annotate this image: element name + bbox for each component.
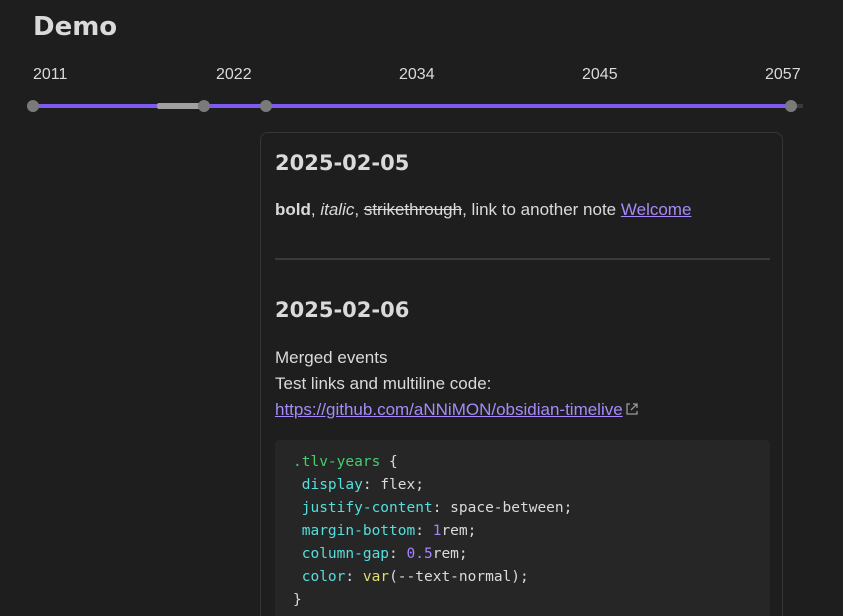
event-marker[interactable] xyxy=(198,100,210,112)
event-card: 2025-02-05 bold, italic, strikethrough, … xyxy=(260,132,783,616)
code-unit: rem xyxy=(432,546,459,562)
external-link-icon xyxy=(625,401,639,421)
code-value: flex xyxy=(380,477,416,493)
event-divider xyxy=(275,258,770,260)
code-line: } xyxy=(293,592,302,608)
code-block: .tlv-years { display: flex; justify-cont… xyxy=(275,440,770,616)
event-date: 2025-02-06 xyxy=(275,298,410,322)
text-separator: , xyxy=(310,200,321,219)
event-marker[interactable] xyxy=(785,100,797,112)
year-label: 2022 xyxy=(216,66,252,83)
year-label: 2034 xyxy=(399,66,435,83)
bold-text: bold xyxy=(275,200,311,219)
code-property: display xyxy=(301,477,363,493)
year-label: 2045 xyxy=(582,66,618,83)
strikethrough-text: strikethrough xyxy=(363,200,463,219)
text-separator: , xyxy=(354,200,364,219)
plain-text: , link to another note xyxy=(462,200,621,219)
code-selector: .tlv-years xyxy=(293,454,381,470)
code-property: margin-bottom xyxy=(301,523,416,539)
event-marker[interactable] xyxy=(27,100,39,112)
timeline-track[interactable] xyxy=(27,100,803,112)
code-line: .tlv-years { xyxy=(293,454,398,470)
event-text: bold, italic, strikethrough, link to ano… xyxy=(275,200,691,220)
external-link-row: https://github.com/aNNiMON/obsidian-time… xyxy=(275,400,639,421)
code-function: var xyxy=(362,569,390,585)
code-property: color xyxy=(301,569,346,585)
code-property: column-gap xyxy=(301,546,390,562)
year-label: 2011 xyxy=(33,66,68,83)
timeline-view: Demo 2011 2022 2034 2045 2057 2025-02-05… xyxy=(0,0,843,616)
event-date: 2025-02-05 xyxy=(275,151,410,175)
code-brace: { xyxy=(380,454,398,470)
code-line: color: var(--text-normal); xyxy=(301,569,529,585)
code-argument: --text-normal xyxy=(397,569,512,585)
timeline-range-overlap xyxy=(157,103,203,109)
event-marker[interactable] xyxy=(260,100,272,112)
code-unit: rem xyxy=(441,523,468,539)
italic-text: italic xyxy=(320,200,355,219)
timeline-range xyxy=(33,104,791,108)
event-text-line: Test links and multiline code: xyxy=(275,374,492,393)
code-line: margin-bottom: 1rem; xyxy=(301,523,477,539)
code-line: display: flex; xyxy=(301,477,424,493)
code-value: space-between xyxy=(450,500,564,516)
timeline-years: 2011 2022 2034 2045 2057 xyxy=(33,66,803,86)
event-text-line: Merged events xyxy=(275,348,388,367)
code-line: justify-content: space-between; xyxy=(301,500,573,516)
code-property: justify-content xyxy=(301,500,433,516)
code-number: 0.5 xyxy=(406,546,433,562)
page-title: Demo xyxy=(33,12,118,42)
internal-link[interactable]: Welcome xyxy=(621,200,692,219)
year-label: 2057 xyxy=(765,66,801,83)
code-brace: } xyxy=(293,592,302,608)
external-link[interactable]: https://github.com/aNNiMON/obsidian-time… xyxy=(275,400,623,419)
code-line: column-gap: 0.5rem; xyxy=(301,546,468,562)
